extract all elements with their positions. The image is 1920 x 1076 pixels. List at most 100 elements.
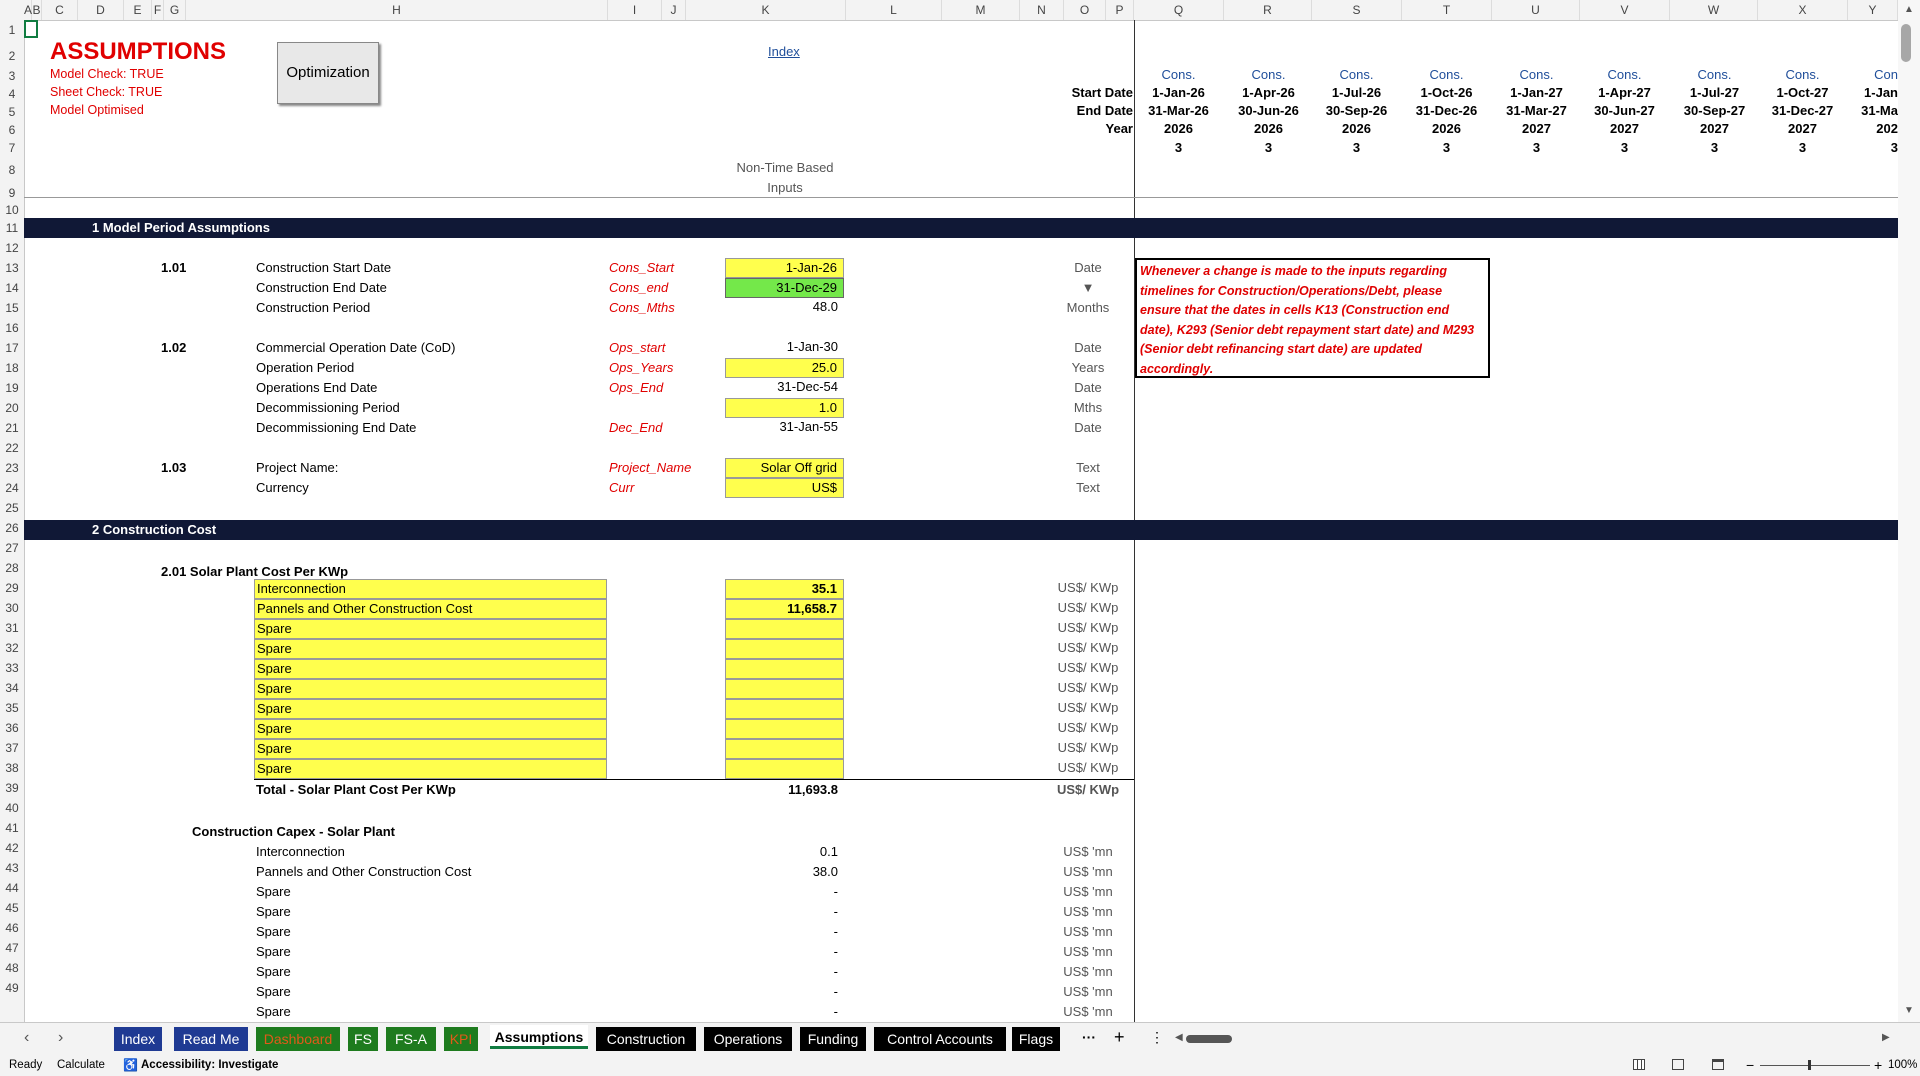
row-header[interactable]: 15 <box>0 301 24 315</box>
tab-menu-button[interactable]: ⋮ <box>1150 1029 1164 1046</box>
row-header[interactable]: 42 <box>0 841 24 855</box>
row-header[interactable]: 34 <box>0 681 24 695</box>
row-header[interactable]: 23 <box>0 461 24 475</box>
column-header[interactable]: H <box>186 0 608 20</box>
row-header[interactable]: 29 <box>0 581 24 595</box>
tab-kpi[interactable]: KPI <box>444 1027 478 1051</box>
row-header[interactable]: 46 <box>0 921 24 935</box>
row-header[interactable]: 27 <box>0 541 24 555</box>
cost-item-label[interactable]: Spare <box>254 679 607 699</box>
cost-item-label[interactable]: Spare <box>254 659 607 679</box>
row-header[interactable]: 13 <box>0 261 24 275</box>
active-cell-cursor[interactable] <box>24 20 38 38</box>
cost-item-label[interactable]: Interconnection <box>254 579 607 599</box>
row-header[interactable]: 8 <box>0 163 24 177</box>
column-header[interactable]: V <box>1580 0 1670 20</box>
row-header[interactable]: 26 <box>0 521 24 535</box>
zoom-in-icon[interactable]: + <box>1874 1054 1882 1076</box>
cost-item-value[interactable] <box>725 759 844 779</box>
row-header[interactable]: 41 <box>0 821 24 835</box>
tab-assumptions[interactable]: Assumptions <box>490 1025 588 1049</box>
input-value[interactable]: 1-Jan-26 <box>725 258 844 278</box>
cost-item-value[interactable] <box>725 739 844 759</box>
scroll-up-icon[interactable]: ▲ <box>1904 4 1914 15</box>
cost-item-label[interactable]: Spare <box>254 719 607 739</box>
input-value[interactable]: 1.0 <box>725 398 844 418</box>
row-header[interactable]: 40 <box>0 801 24 815</box>
column-header[interactable]: K <box>686 0 846 20</box>
input-value[interactable]: 25.0 <box>725 358 844 378</box>
optimization-button[interactable]: Optimization <box>277 42 379 104</box>
tab-index[interactable]: Index <box>114 1027 162 1051</box>
tab-fs-a[interactable]: FS-A <box>386 1027 436 1051</box>
cost-item-value[interactable]: 35.1 <box>725 579 844 599</box>
input-value[interactable]: Solar Off grid <box>725 458 844 478</box>
scroll-down-icon[interactable]: ▼ <box>1904 1005 1914 1016</box>
row-header[interactable]: 6 <box>0 123 24 137</box>
row-header[interactable]: 1 <box>0 23 24 37</box>
row-header[interactable]: 2 <box>0 49 24 63</box>
tab-control-accounts[interactable]: Control Accounts <box>874 1027 1006 1051</box>
column-header[interactable]: S <box>1312 0 1402 20</box>
status-accessibility[interactable]: Accessibility: Investigate <box>141 1054 278 1076</box>
column-header[interactable]: W <box>1670 0 1758 20</box>
cost-item-value[interactable] <box>725 719 844 739</box>
row-header[interactable]: 19 <box>0 381 24 395</box>
tab-read-me[interactable]: Read Me <box>174 1027 248 1051</box>
row-header[interactable]: 43 <box>0 861 24 875</box>
row-header[interactable]: 39 <box>0 781 24 795</box>
cost-item-label[interactable]: Spare <box>254 639 607 659</box>
row-header[interactable]: 21 <box>0 421 24 435</box>
row-header[interactable]: 7 <box>0 141 24 155</box>
row-header[interactable]: 30 <box>0 601 24 615</box>
zoom-slider-thumb[interactable] <box>1808 1060 1811 1070</box>
column-header[interactable]: M <box>942 0 1020 20</box>
column-header[interactable]: B <box>32 0 42 20</box>
tab-operations[interactable]: Operations <box>704 1027 792 1051</box>
row-header[interactable]: 24 <box>0 481 24 495</box>
column-header[interactable]: L <box>846 0 942 20</box>
row-header[interactable]: 5 <box>0 105 24 119</box>
cost-item-value[interactable] <box>725 639 844 659</box>
row-header[interactable]: 16 <box>0 321 24 335</box>
row-header[interactable]: 37 <box>0 741 24 755</box>
row-header[interactable]: 20 <box>0 401 24 415</box>
row-header[interactable]: 12 <box>0 241 24 255</box>
row-header[interactable]: 22 <box>0 441 24 455</box>
column-header[interactable]: P <box>1106 0 1134 20</box>
column-header[interactable]: Q <box>1134 0 1224 20</box>
column-header[interactable]: G <box>164 0 186 20</box>
cost-item-value[interactable] <box>725 659 844 679</box>
cost-item-value[interactable] <box>725 619 844 639</box>
row-header[interactable]: 48 <box>0 961 24 975</box>
row-header[interactable]: 35 <box>0 701 24 715</box>
tab-flags[interactable]: Flags <box>1012 1027 1060 1051</box>
tab-construction[interactable]: Construction <box>596 1027 696 1051</box>
page-break-view-icon[interactable] <box>1712 1059 1724 1070</box>
cost-item-label[interactable]: Spare <box>254 739 607 759</box>
column-header[interactable]: T <box>1402 0 1492 20</box>
cost-item-label[interactable]: Spare <box>254 759 607 779</box>
column-header[interactable]: F <box>152 0 164 20</box>
column-header[interactable]: J <box>662 0 686 20</box>
row-header[interactable]: 10 <box>0 203 24 217</box>
row-header[interactable]: 45 <box>0 901 24 915</box>
input-value[interactable]: US$ <box>725 478 844 498</box>
column-header[interactable]: E <box>124 0 152 20</box>
column-header[interactable]: I <box>608 0 662 20</box>
row-header[interactable]: 44 <box>0 881 24 895</box>
cost-item-value[interactable] <box>725 699 844 719</box>
column-header[interactable]: O <box>1064 0 1106 20</box>
row-header[interactable]: 36 <box>0 721 24 735</box>
index-link[interactable]: Index <box>768 44 800 59</box>
cost-item-label[interactable]: Spare <box>254 699 607 719</box>
tab-scroll-left-icon[interactable]: ‹ <box>24 1029 29 1047</box>
row-header[interactable]: 9 <box>0 186 24 200</box>
cost-item-label[interactable]: Pannels and Other Construction Cost <box>254 599 607 619</box>
vertical-scrollbar[interactable]: ▲ ▼ <box>1898 0 1920 1022</box>
row-header[interactable]: 47 <box>0 941 24 955</box>
zoom-out-icon[interactable]: − <box>1746 1054 1754 1076</box>
row-header[interactable]: 25 <box>0 501 24 515</box>
tab-funding[interactable]: Funding <box>800 1027 866 1051</box>
row-header[interactable]: 49 <box>0 981 24 995</box>
